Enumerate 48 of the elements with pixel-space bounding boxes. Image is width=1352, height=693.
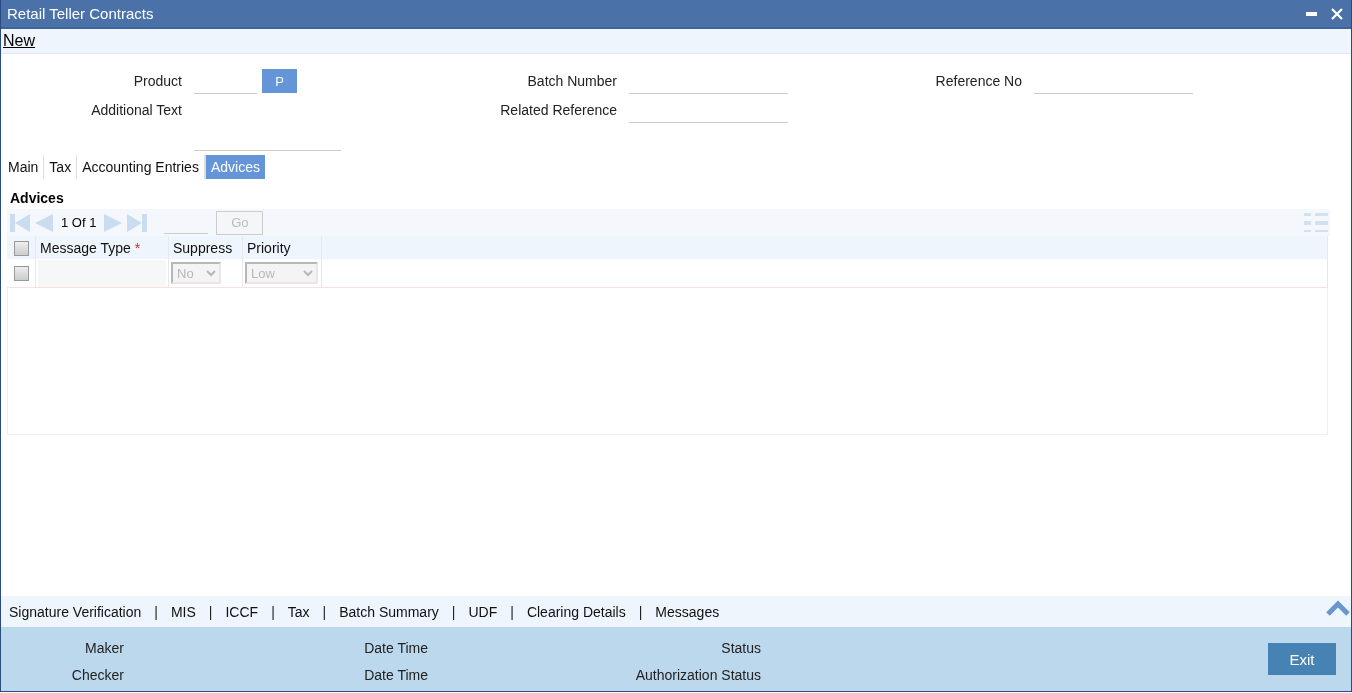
page-indicator: 1 Of 1 — [61, 215, 97, 230]
footer-link[interactable]: Signature Verification — [9, 603, 142, 620]
column-header: Priority — [247, 239, 291, 256]
footer-link[interactable]: Tax — [287, 603, 310, 620]
field-label: Batch Number — [526, 72, 617, 89]
list-options-icon[interactable] — [1304, 211, 1328, 233]
last-page-icon[interactable] — [126, 211, 149, 234]
footer-link[interactable]: Batch Summary — [339, 603, 439, 620]
previous-page-icon[interactable] — [33, 211, 55, 234]
separator: | — [322, 603, 327, 620]
row-checkbox[interactable] — [13, 266, 29, 282]
audit-label: Checker — [70, 666, 124, 683]
separator: | — [154, 603, 158, 620]
field-label: Product — [132, 72, 182, 89]
separator: | — [271, 603, 275, 620]
separator: | — [510, 603, 514, 620]
select-all-checkbox[interactable] — [13, 240, 29, 256]
footer-link[interactable]: MIS — [170, 603, 196, 620]
audit-label: Date Time — [363, 666, 428, 683]
tab[interactable]: Accounting Entries — [77, 155, 205, 179]
separator: | — [208, 603, 213, 620]
section-title: Advices — [10, 190, 65, 206]
tab[interactable]: Tax — [44, 155, 78, 179]
column-header: Message Type — [40, 239, 131, 256]
minimize-icon[interactable] — [1306, 11, 1317, 16]
footer-link[interactable]: Messages — [655, 603, 720, 620]
close-icon[interactable] — [1331, 7, 1343, 20]
tab[interactable]: Main — [3, 155, 45, 179]
footer-link[interactable]: Clearing Details — [526, 603, 626, 620]
audit-label: Date Time — [363, 639, 428, 656]
field-label: Related Reference — [499, 101, 617, 118]
field-label: Reference No — [934, 72, 1022, 89]
exit-button[interactable]: Exit — [1268, 643, 1336, 675]
window-title: Retail Teller Contracts — [7, 5, 154, 22]
audit-label: Authorization Status — [634, 666, 761, 683]
footer-link[interactable]: UDF — [468, 603, 498, 620]
footer-link[interactable]: ICCF — [225, 603, 259, 620]
new-link[interactable]: New — [3, 32, 35, 50]
audit-label: Maker — [84, 639, 124, 656]
separator: | — [451, 603, 456, 620]
first-page-icon[interactable] — [9, 211, 31, 234]
column-header: Suppress — [173, 239, 233, 256]
collapse-up-icon[interactable] — [1326, 600, 1350, 616]
required-marker: * — [134, 239, 141, 256]
separator: | — [638, 603, 643, 620]
field-label: Additional Text — [90, 101, 182, 118]
message-type-field[interactable] — [38, 259, 166, 287]
audit-label: Status — [720, 639, 761, 656]
